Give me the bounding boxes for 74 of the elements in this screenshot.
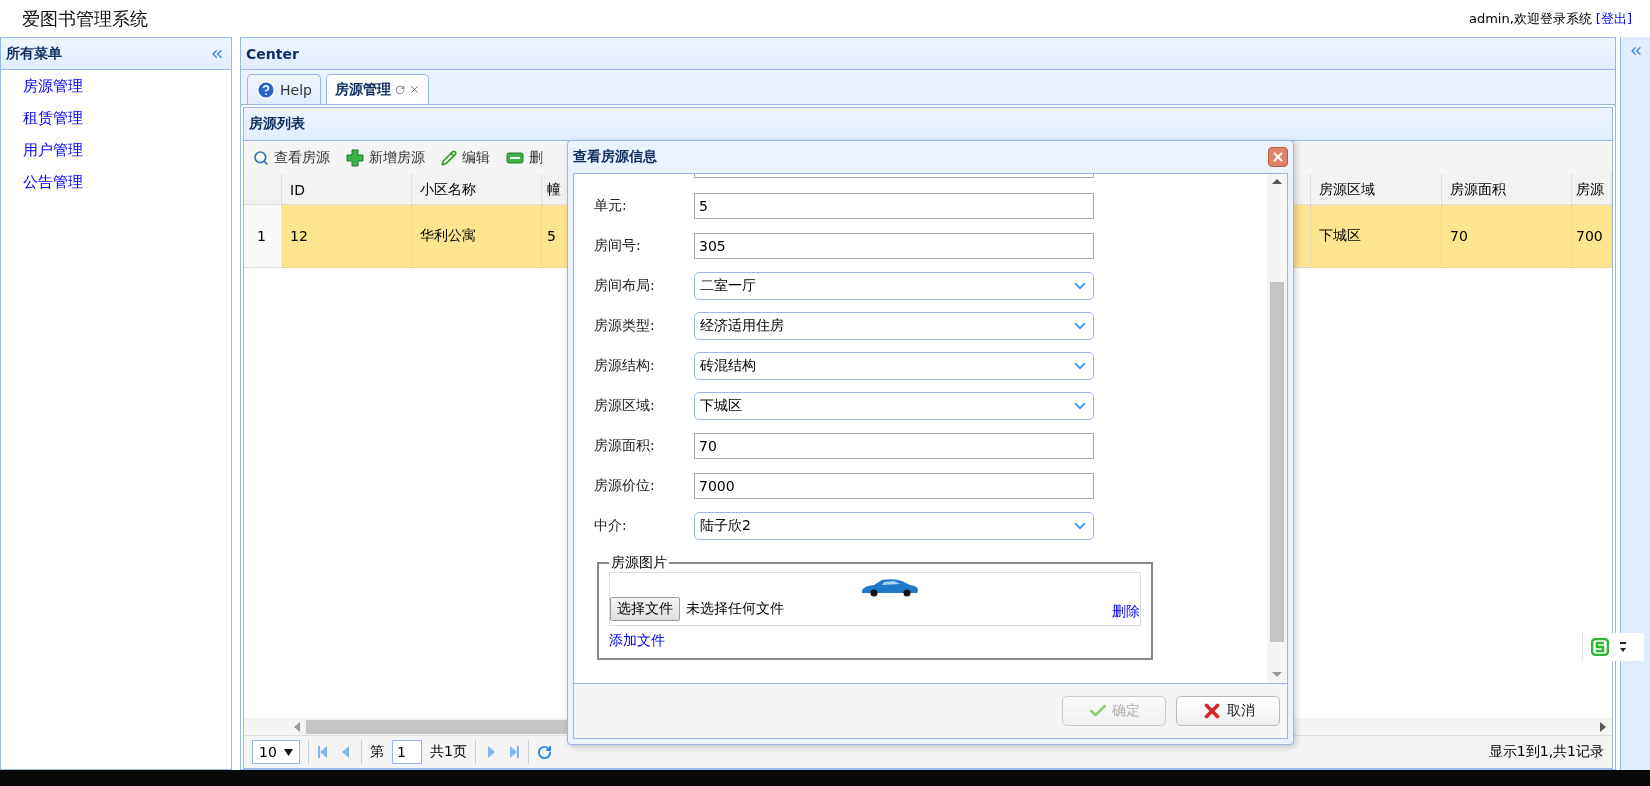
close-icon[interactable] — [408, 84, 420, 95]
table-cell: 12 — [282, 205, 412, 268]
refresh-icon[interactable] — [536, 744, 552, 760]
field-label: 房源类型: — [594, 317, 656, 335]
page-size-select[interactable]: 10 — [252, 740, 300, 764]
ime-logo-icon[interactable] — [1591, 638, 1609, 656]
file-status: 未选择任何文件 — [686, 600, 784, 618]
text-field[interactable]: 5 — [694, 193, 1094, 219]
menu-item[interactable]: 房源管理 — [23, 75, 83, 98]
page-input[interactable]: 1 — [392, 740, 422, 764]
text-field[interactable]: 7000 — [694, 473, 1094, 499]
caret-icon — [284, 748, 293, 756]
column-header: 房源面积 — [1442, 175, 1572, 205]
select-field[interactable]: 二室一厅 — [694, 272, 1094, 300]
text-field[interactable]: 305 — [694, 233, 1094, 259]
car-icon — [860, 577, 920, 597]
dialog-title: 查看房源信息 — [573, 148, 657, 166]
panel-title: 所有菜单 — [6, 44, 62, 63]
select-field[interactable]: 砖混结构 — [694, 352, 1094, 380]
group-legend: 房源图片 — [609, 554, 669, 572]
page-total: 共1页 — [430, 743, 467, 761]
panel-title: 房源列表 — [249, 115, 305, 133]
choose-file-button[interactable]: 选择文件 — [610, 597, 680, 621]
column-header: 房源 — [1572, 175, 1612, 205]
app-title: 爱图书管理系统 — [22, 6, 148, 31]
field-label: 房间布局: — [594, 277, 656, 295]
text-field[interactable]: 70 — [694, 433, 1094, 459]
welcome-text: admin,欢迎登录系统 — [1468, 9, 1592, 28]
panel-title: Center — [246, 45, 299, 62]
search-icon — [253, 150, 269, 166]
toolbar-button[interactable]: 编辑 — [438, 149, 493, 167]
column-header: 小区名称 — [412, 175, 542, 205]
vertical-scrollbar[interactable] — [1267, 174, 1287, 683]
text-field[interactable] — [694, 174, 1094, 178]
select-field[interactable]: 下城区 — [694, 392, 1094, 420]
tab[interactable]: 房源管理 — [325, 74, 429, 104]
select-field[interactable]: 经济适用住房 — [694, 312, 1094, 340]
record-summary: 显示1到1,共1记录 — [1488, 743, 1604, 761]
dialog-button[interactable]: 取消 — [1176, 696, 1280, 726]
toolbar-button[interactable]: 新增房源 — [343, 149, 428, 167]
table-cell: 华利公寓 — [412, 205, 542, 268]
logout-link[interactable]: [登出] — [1595, 9, 1632, 28]
page-label: 第 — [370, 743, 384, 761]
field-label: 房源区域: — [594, 397, 656, 415]
field-label: 房源结构: — [594, 357, 656, 375]
close-button[interactable] — [1268, 147, 1288, 167]
table-cell: 700 — [1572, 205, 1612, 268]
scroll-down-icon[interactable] — [1272, 669, 1282, 679]
menu-item[interactable]: 租赁管理 — [23, 107, 83, 130]
caret-icon[interactable] — [1619, 640, 1627, 654]
scroll-left-icon[interactable] — [294, 721, 300, 732]
toolbar-button[interactable]: 查看房源 — [250, 149, 333, 167]
column-header: ID — [282, 175, 412, 205]
menu-item[interactable]: 公告管理 — [23, 171, 83, 194]
minus-icon — [506, 152, 524, 164]
table-cell: 下城区 — [1311, 205, 1442, 268]
help-icon — [256, 79, 276, 100]
field-label: 房源价位: — [594, 477, 656, 495]
plus-icon — [346, 149, 364, 167]
scroll-right-icon[interactable] — [1600, 721, 1606, 732]
select-field[interactable]: 陆子欣2 — [694, 512, 1094, 540]
delete-link[interactable]: 删除 — [1112, 603, 1140, 621]
row-number: 1 — [244, 205, 282, 268]
column-header: 房源区域 — [1311, 175, 1442, 205]
toolbar-button[interactable]: 删 — [503, 149, 546, 167]
field-label: 房源面积: — [594, 437, 656, 455]
field-label: 中介: — [594, 517, 628, 535]
add-file-link[interactable]: 添加文件 — [609, 632, 665, 650]
refresh-icon[interactable] — [394, 84, 405, 95]
pencil-icon — [441, 150, 457, 166]
tab[interactable]: Help — [247, 74, 321, 104]
table-cell: 70 — [1442, 205, 1572, 268]
close-icon — [1271, 150, 1285, 164]
menu-item[interactable]: 用户管理 — [23, 139, 83, 162]
